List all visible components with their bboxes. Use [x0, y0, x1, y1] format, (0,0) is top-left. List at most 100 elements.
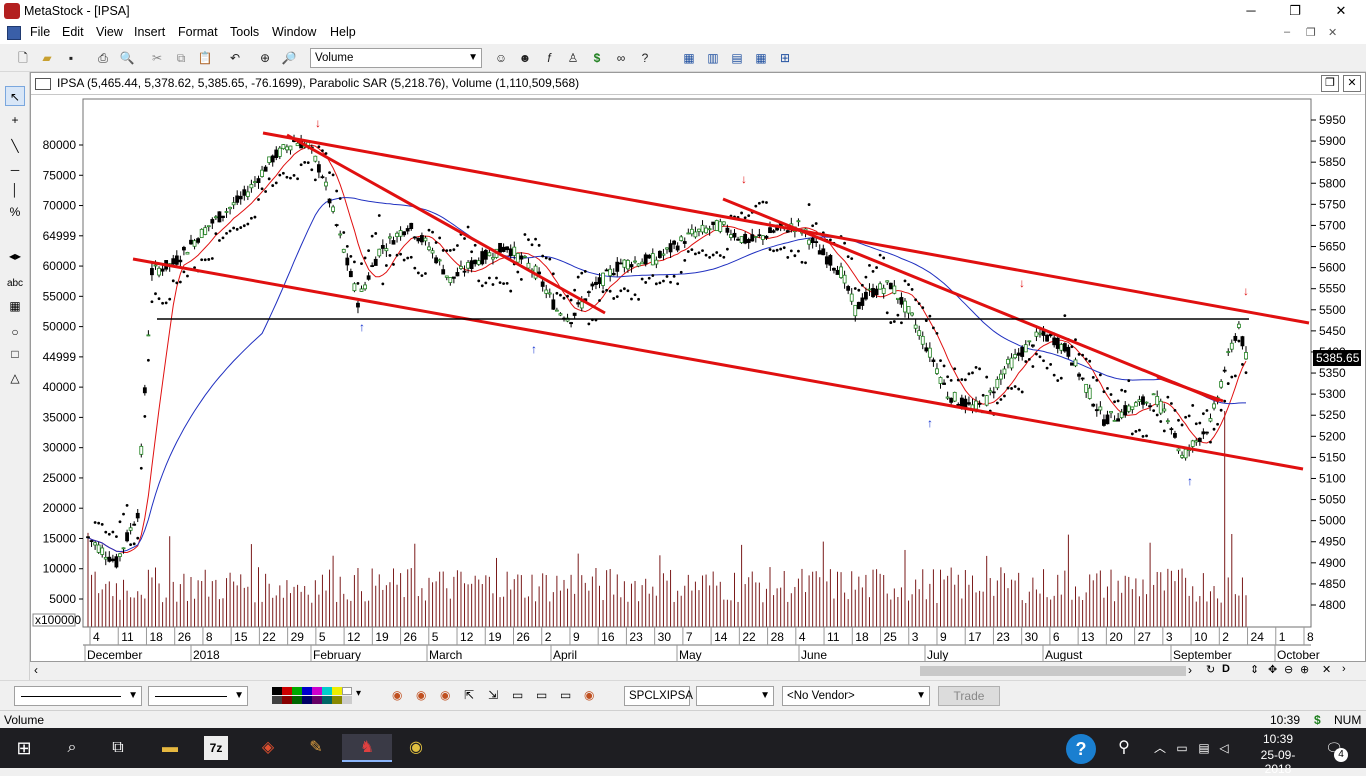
restore-icon[interactable]: ❐: [1280, 2, 1310, 20]
tile-horizontal-icon[interactable]: ▤: [728, 49, 746, 67]
grid-icon[interactable]: ▦: [5, 296, 25, 316]
candle-body: [498, 242, 502, 253]
candle-body: [920, 335, 925, 345]
line-style-select[interactable]: ▼: [14, 686, 142, 706]
menu-view[interactable]: View: [96, 25, 123, 39]
chrome-small-icon-3[interactable]: ◉: [440, 688, 450, 702]
vendor-select[interactable]: <No Vendor> ▼: [782, 686, 930, 706]
windows-start-icon[interactable]: ⊞: [10, 734, 38, 762]
7zip-icon[interactable]: 7z: [204, 736, 228, 760]
minimize-icon[interactable]: ─: [1236, 2, 1266, 20]
explorer-icon[interactable]: ☻: [516, 49, 534, 67]
chart-close-icon[interactable]: ✕: [1343, 75, 1361, 92]
help-pointer-icon[interactable]: ?: [636, 49, 654, 67]
window-icon-2[interactable]: ▭: [536, 688, 547, 702]
layout-icon[interactable]: ⊞: [776, 49, 794, 67]
color-palette[interactable]: [272, 687, 356, 705]
help-icon[interactable]: ?: [1066, 734, 1096, 764]
trade-button[interactable]: Trade: [938, 686, 1000, 706]
mdi-close-icon[interactable]: ✕: [1328, 26, 1337, 39]
zoom-in-icon[interactable]: ⊕: [1300, 663, 1309, 676]
people-icon[interactable]: ⚲: [1110, 734, 1138, 762]
scroll-left-icon[interactable]: ‹: [34, 663, 38, 677]
rectangle-icon[interactable]: □: [5, 344, 25, 364]
mdi-minimize-icon[interactable]: –: [1284, 26, 1290, 38]
cycle-lines-icon[interactable]: ◂▸: [5, 246, 25, 266]
menu-help[interactable]: Help: [330, 25, 356, 39]
paste-icon[interactable]: 📋: [196, 49, 214, 67]
menu-window[interactable]: Window: [272, 25, 316, 39]
menu-format[interactable]: Format: [178, 25, 218, 39]
text-tool-icon[interactable]: abc: [5, 274, 25, 294]
tile-vertical-icon[interactable]: ▥: [704, 49, 722, 67]
chart-restore-icon[interactable]: ❐: [1321, 75, 1339, 92]
menu-insert[interactable]: Insert: [134, 25, 165, 39]
chart-window[interactable]: IPSA (5,465.44, 5,378.62, 5,385.65, -76.…: [30, 72, 1366, 662]
date-icon[interactable]: D: [1222, 663, 1230, 675]
app-icon-1[interactable]: ◈: [254, 734, 282, 762]
menu-edit[interactable]: Edit: [62, 25, 84, 39]
document-icon[interactable]: [7, 26, 21, 40]
chrome-small-icon-4[interactable]: ◉: [584, 688, 594, 702]
ellipse-icon[interactable]: ○: [5, 322, 25, 342]
task-view-icon[interactable]: ⧉: [104, 734, 132, 762]
new-icon[interactable]: 🗋: [14, 49, 32, 67]
vertical-line-icon[interactable]: │: [5, 180, 25, 200]
pointer-icon[interactable]: ↖: [5, 86, 25, 106]
window-icon-3[interactable]: ▭: [560, 688, 571, 702]
menu-tools[interactable]: Tools: [230, 25, 259, 39]
menu-file[interactable]: File: [30, 25, 50, 39]
file-explorer-icon[interactable]: ▬: [156, 734, 184, 762]
cut-icon[interactable]: ✂: [148, 49, 166, 67]
center-icon[interactable]: ✥: [1268, 663, 1277, 676]
vertical-expand-icon[interactable]: ⇕: [1250, 663, 1259, 676]
trendline-icon[interactable]: ╲: [5, 136, 25, 156]
save-icon[interactable]: ▪: [62, 49, 80, 67]
metastock-taskbar-icon[interactable]: ♞: [342, 734, 392, 762]
periodicity-select[interactable]: ▼: [696, 686, 774, 706]
open-folder-icon[interactable]: ▰: [38, 49, 56, 67]
print-preview-icon[interactable]: 🔍: [118, 49, 136, 67]
security-field[interactable]: SPCLXIPSA: [624, 686, 693, 706]
undo-icon[interactable]: ↶: [226, 49, 244, 67]
parabolic-sar-dot: [150, 300, 154, 304]
dollar-icon[interactable]: $: [588, 49, 606, 67]
copy-icon[interactable]: ⧉: [172, 49, 190, 67]
fit-icon[interactable]: ✕: [1322, 663, 1331, 676]
print-icon[interactable]: ⎙: [94, 49, 112, 67]
expert-icon[interactable]: ☺: [492, 49, 510, 67]
cascade-icon[interactable]: ▦: [680, 49, 698, 67]
scroll-end-icon[interactable]: ›: [1342, 663, 1346, 675]
chart-scrollbar[interactable]: ‹ › ↻ D ⇕ ✥ ⊖ ⊕ ✕ ›: [30, 662, 1366, 680]
chrome-small-icon-1[interactable]: ◉: [392, 688, 402, 702]
import-icon[interactable]: ⇱: [464, 688, 474, 702]
cross-icon[interactable]: +: [5, 110, 25, 130]
indicator-select[interactable]: Volume ▼: [310, 48, 482, 68]
date-axis-label: 16: [601, 630, 615, 644]
export-icon[interactable]: ⇲: [488, 688, 498, 702]
mdi-restore-icon[interactable]: ❐: [1306, 26, 1316, 39]
volume-icon[interactable]: ◁: [1210, 734, 1238, 762]
price-chart[interactable]: ↓↓↓↓↑↑↑↑ 5950590058505800575057005650560…: [31, 95, 1365, 661]
close-icon[interactable]: ✕: [1326, 2, 1356, 20]
triangle-icon[interactable]: △: [5, 368, 25, 388]
line-weight-select[interactable]: ▼: [148, 686, 248, 706]
chrome-icon[interactable]: ◉: [402, 734, 430, 762]
fibonacci-icon[interactable]: %: [5, 202, 25, 222]
system-tester-icon[interactable]: ♙: [564, 49, 582, 67]
zoom-out-icon[interactable]: ⊖: [1284, 663, 1293, 676]
zoom-icon[interactable]: 🔎: [280, 49, 298, 67]
scroll-right-icon[interactable]: ›: [1188, 663, 1192, 677]
formula-icon[interactable]: f: [540, 49, 558, 67]
palette-dropdown-icon[interactable]: ▾: [356, 688, 361, 699]
window-icon-1[interactable]: ▭: [512, 688, 523, 702]
refresh-icon[interactable]: ↻: [1206, 663, 1215, 676]
paint-icon[interactable]: ✎: [302, 734, 330, 762]
chrome-small-icon-2[interactable]: ◉: [416, 688, 426, 702]
crosshair-icon[interactable]: ⊕: [256, 49, 274, 67]
horizontal-line-icon[interactable]: ─: [5, 160, 25, 180]
scroll-thumb[interactable]: [920, 666, 1186, 676]
binoculars-icon[interactable]: ∞: [612, 49, 630, 67]
arrange-icon[interactable]: ▦: [752, 49, 770, 67]
search-icon[interactable]: ⌕: [58, 734, 86, 762]
